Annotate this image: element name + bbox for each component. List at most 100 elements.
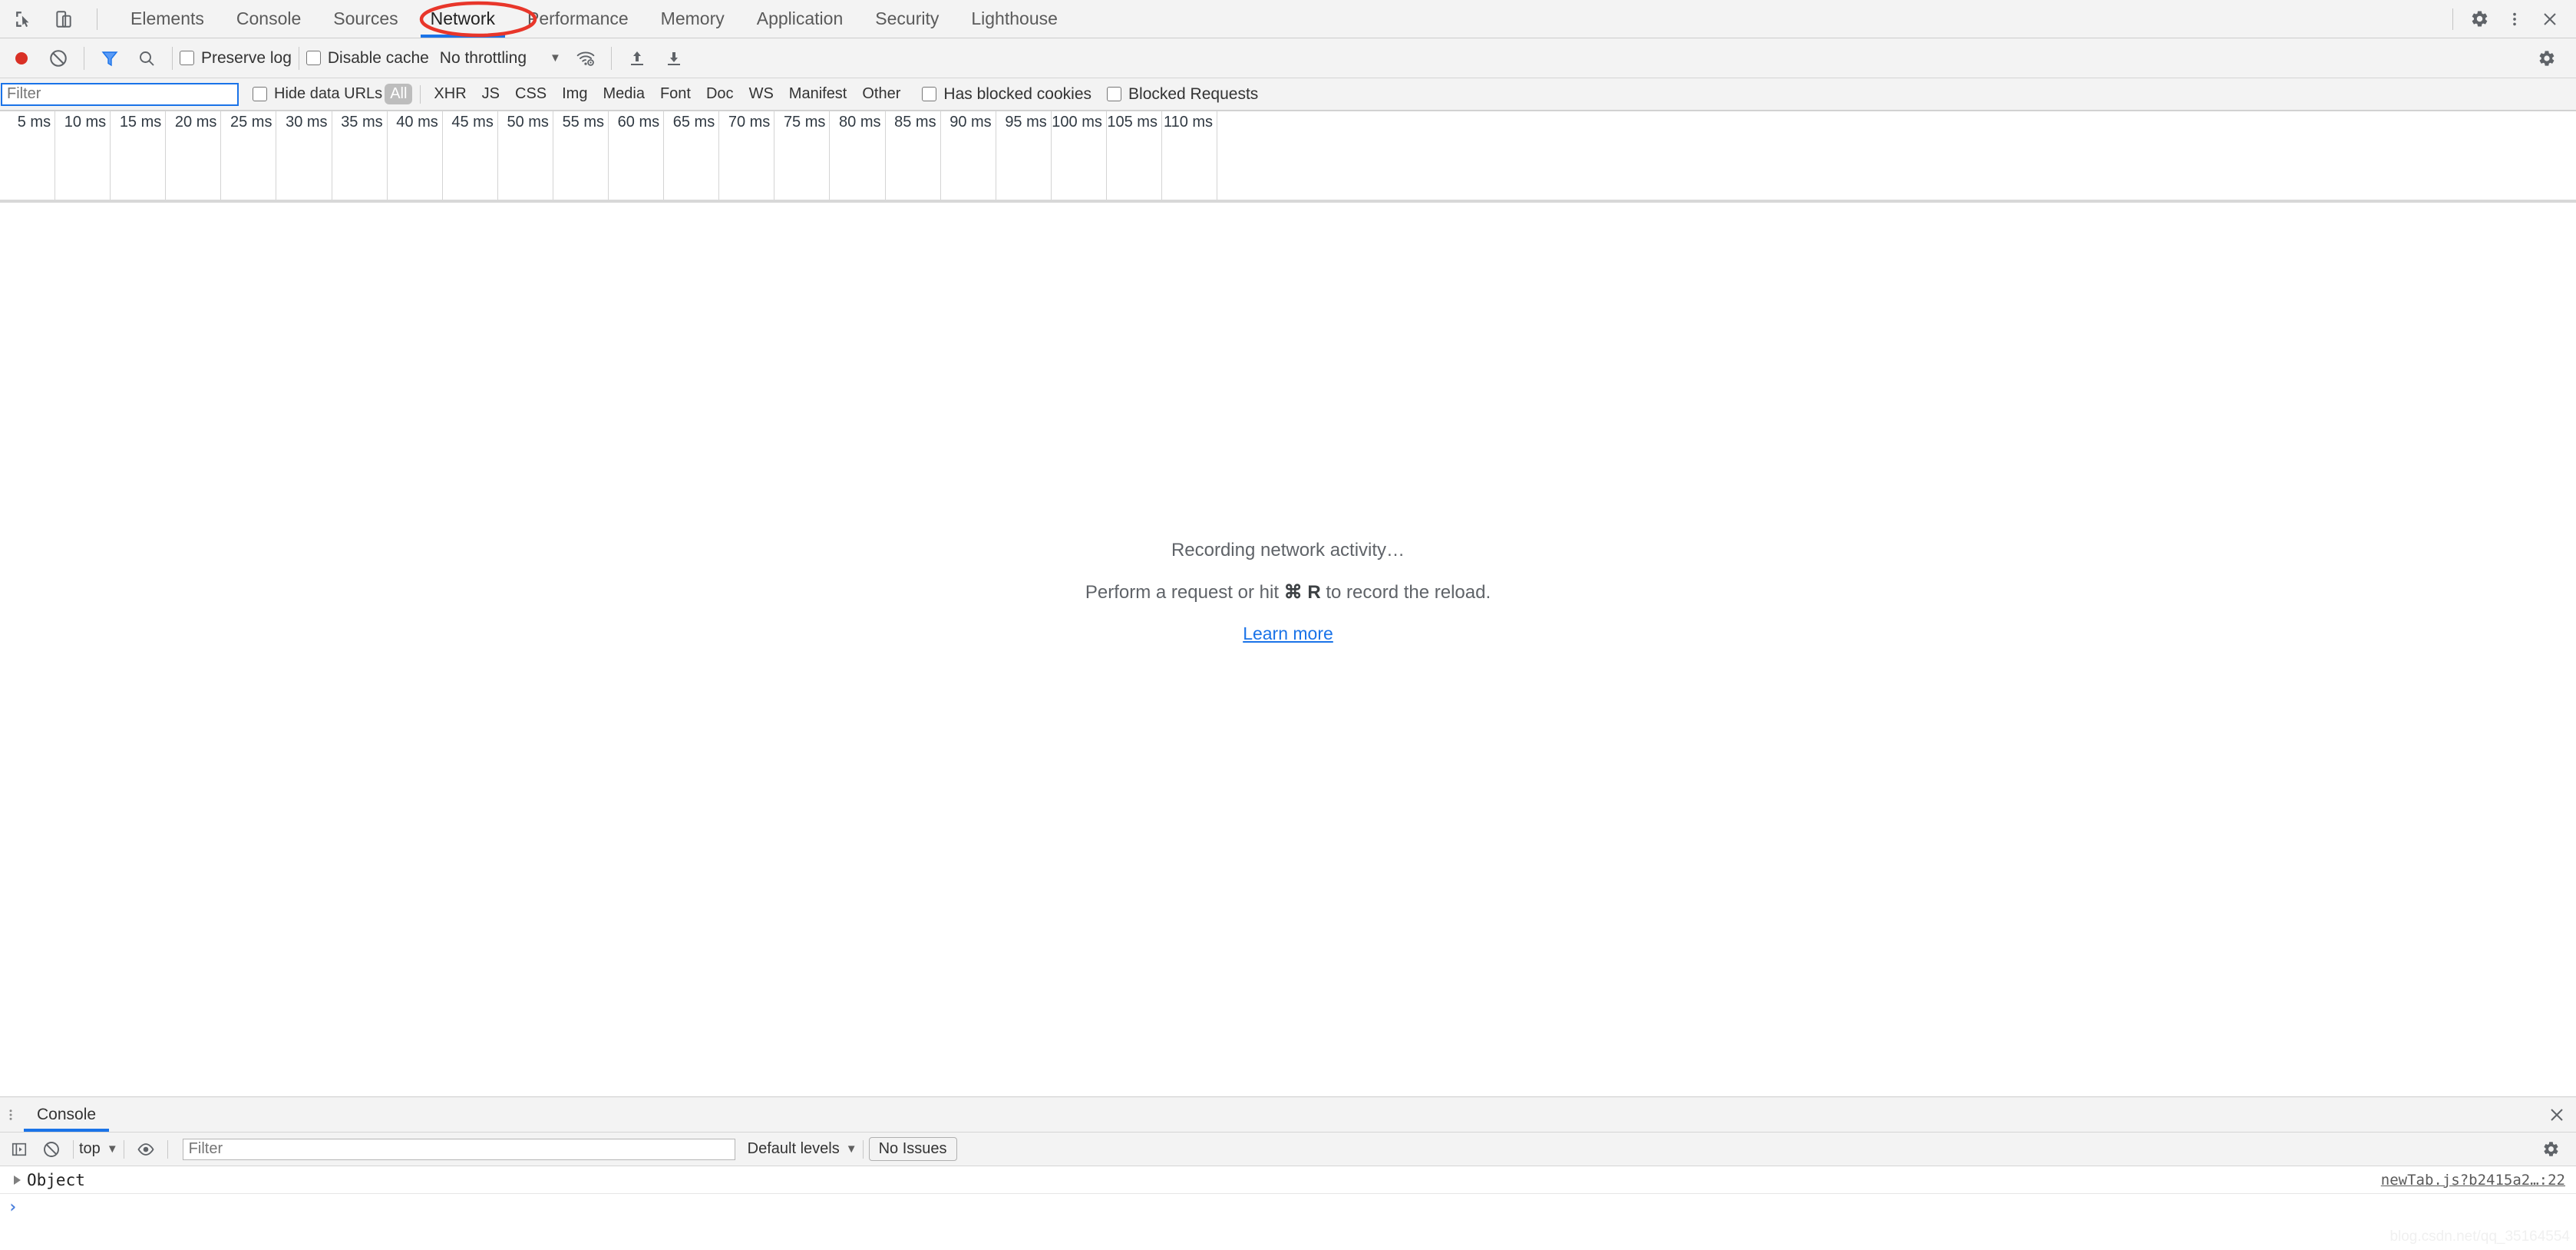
empty-hint-before: Perform a request or hit xyxy=(1085,582,1284,603)
search-icon[interactable] xyxy=(131,43,162,74)
overview-tick-label: 40 ms xyxy=(396,114,438,131)
tab-security[interactable]: Security xyxy=(859,0,955,38)
overview-tick: 85 ms xyxy=(886,111,941,200)
overview-tick: 35 ms xyxy=(332,111,388,200)
learn-more-link[interactable]: Learn more xyxy=(1085,623,1491,644)
console-divider-3 xyxy=(167,1139,168,1159)
filter-chip-img[interactable]: Img xyxy=(556,84,593,104)
close-icon[interactable] xyxy=(2535,4,2565,35)
filter-chip-js[interactable]: JS xyxy=(477,84,505,104)
clear-button[interactable] xyxy=(43,43,74,74)
record-button[interactable] xyxy=(6,43,37,74)
overview-tick: 105 ms xyxy=(1107,111,1162,200)
overview-tick-label: 80 ms xyxy=(839,114,881,131)
tab-network[interactable]: Network xyxy=(414,0,511,38)
overview-tick-label: 110 ms xyxy=(1163,114,1214,131)
filter-chip-css[interactable]: CSS xyxy=(510,84,552,104)
tab-application[interactable]: Application xyxy=(741,0,860,38)
overview-tick: 10 ms xyxy=(55,111,111,200)
more-vertical-icon[interactable] xyxy=(2499,4,2530,35)
wifi-settings-icon[interactable] xyxy=(570,43,601,74)
console-sidebar-icon[interactable] xyxy=(5,1136,33,1163)
more-vertical-icon[interactable] xyxy=(0,1097,21,1132)
overview-tick-label: 10 ms xyxy=(64,114,107,131)
gear-icon[interactable] xyxy=(2531,43,2562,74)
overview-tick-label: 5 ms xyxy=(17,114,51,131)
tab-performance[interactable]: Performance xyxy=(511,0,645,38)
overview-tick: 20 ms xyxy=(166,111,222,200)
overview-tick: 70 ms xyxy=(719,111,775,200)
network-filter-input[interactable] xyxy=(1,82,239,106)
download-har-icon[interactable] xyxy=(659,43,689,74)
console-context-value: top xyxy=(79,1140,101,1157)
hide-data-urls-checkbox[interactable]: Hide data URLs xyxy=(253,85,382,103)
has-blocked-cookies-label: Has blocked cookies xyxy=(943,84,1092,103)
expand-triangle-icon[interactable] xyxy=(14,1175,21,1185)
filter-chip-all[interactable]: All xyxy=(385,84,413,104)
overview-tick-label: 50 ms xyxy=(507,114,549,131)
console-message-row[interactable]: Object newTab.js?b2415a2…:22 xyxy=(0,1166,2576,1194)
network-toolbar-right xyxy=(2528,43,2576,74)
filter-chip-doc[interactable]: Doc xyxy=(701,84,739,104)
tabbar-left-tools xyxy=(0,0,104,38)
tab-memory[interactable]: Memory xyxy=(645,0,741,38)
empty-hint-shortcut: ⌘ R xyxy=(1283,582,1321,603)
overview-tick: 65 ms xyxy=(664,111,720,200)
tab-sources[interactable]: Sources xyxy=(317,0,414,38)
overview-tick: 95 ms xyxy=(996,111,1052,200)
chevron-down-icon: ▼ xyxy=(845,1143,857,1156)
console-levels-select[interactable]: Default levels ▼ xyxy=(748,1140,857,1158)
chevron-down-icon: ▼ xyxy=(106,1143,118,1156)
console-message-source-link[interactable]: newTab.js?b2415a2…:22 xyxy=(2381,1172,2565,1189)
console-context-select[interactable]: top ▼ xyxy=(79,1140,118,1158)
inspect-element-icon[interactable] xyxy=(11,6,37,32)
filter-chip-other[interactable]: Other xyxy=(857,84,906,104)
blocked-requests-checkbox[interactable]: Blocked Requests xyxy=(1107,85,1258,104)
filter-chip-ws[interactable]: WS xyxy=(744,84,779,104)
filter-chip-xhr[interactable]: XHR xyxy=(428,84,471,104)
live-expression-icon[interactable] xyxy=(132,1136,160,1163)
overview-tick-label: 15 ms xyxy=(119,114,162,131)
has-blocked-cookies-checkbox[interactable]: Has blocked cookies xyxy=(922,85,1091,104)
filter-chip-manifest[interactable]: Manifest xyxy=(784,84,853,104)
console-prompt-row[interactable]: › xyxy=(0,1194,2576,1220)
gear-icon[interactable] xyxy=(2464,4,2495,35)
empty-state-hint: Perform a request or hit ⌘ R to record t… xyxy=(1085,581,1491,604)
preserve-log-label: Preserve log xyxy=(201,48,292,67)
overview-tick: 5 ms xyxy=(0,111,56,200)
tab-application-label: Application xyxy=(756,8,844,28)
device-toolbar-icon[interactable] xyxy=(51,6,77,32)
tab-lighthouse-label: Lighthouse xyxy=(971,8,1058,28)
overview-tick-label: 95 ms xyxy=(1005,114,1047,131)
console-toolbar: top ▼ Default levels ▼ No Issues xyxy=(0,1133,2576,1166)
overview-tick-label: 45 ms xyxy=(451,114,494,131)
drawer-tab-console[interactable]: Console xyxy=(21,1097,111,1132)
overview-tick-label: 30 ms xyxy=(286,114,328,131)
blocked-requests-label: Blocked Requests xyxy=(1128,84,1259,103)
tab-console[interactable]: Console xyxy=(220,0,317,38)
hide-data-urls-box xyxy=(253,87,267,101)
funnel-icon[interactable] xyxy=(94,43,125,74)
upload-har-icon[interactable] xyxy=(622,43,652,74)
preserve-log-checkbox[interactable]: Preserve log xyxy=(180,49,292,68)
tab-elements[interactable]: Elements xyxy=(114,0,220,38)
filter-chip-font[interactable]: Font xyxy=(655,84,696,104)
empty-state-title: Recording network activity… xyxy=(1171,540,1405,561)
disable-cache-checkbox[interactable]: Disable cache xyxy=(305,49,429,68)
filter-chip-media[interactable]: Media xyxy=(597,84,649,104)
devtools-window: Elements Console Sources Network Perform… xyxy=(0,0,2576,1250)
overview-tick: 90 ms xyxy=(941,111,996,200)
no-issues-button[interactable]: No Issues xyxy=(868,1137,957,1161)
tab-lighthouse[interactable]: Lighthouse xyxy=(955,0,1074,38)
close-icon[interactable] xyxy=(2538,1097,2576,1132)
console-message-text: Object xyxy=(27,1170,85,1189)
overview-tick-label: 20 ms xyxy=(174,114,217,131)
throttling-select[interactable]: No throttling ▼ xyxy=(440,49,561,68)
network-overview-timeline[interactable]: 5 ms 10 ms 15 ms 20 ms 25 ms 30 ms 35 ms… xyxy=(0,111,2576,203)
overview-tick: 15 ms xyxy=(111,111,167,200)
console-filter-input[interactable] xyxy=(182,1138,735,1160)
hide-data-urls-label: Hide data URLs xyxy=(274,85,383,102)
gear-icon[interactable] xyxy=(2537,1136,2564,1163)
clear-console-icon[interactable] xyxy=(38,1136,65,1163)
tab-network-label: Network xyxy=(430,8,495,28)
